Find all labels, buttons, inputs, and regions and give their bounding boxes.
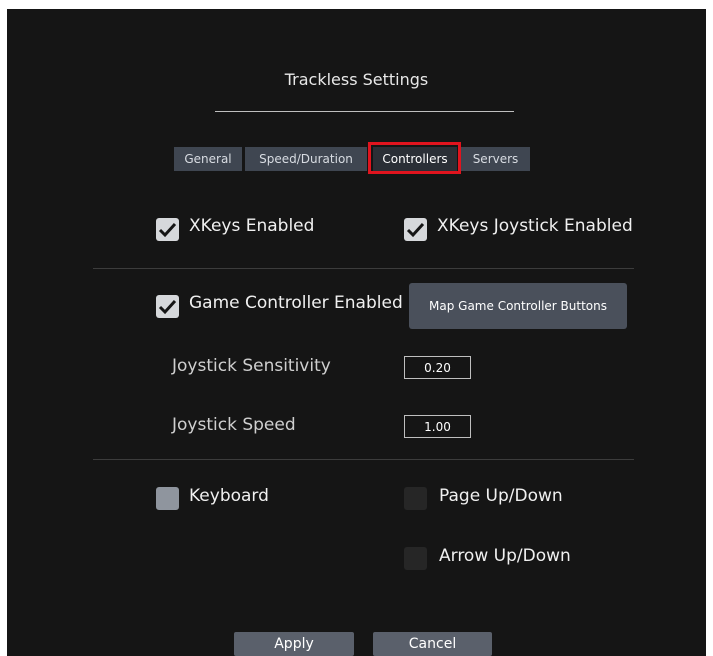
title-divider bbox=[215, 111, 514, 112]
settings-panel bbox=[7, 9, 706, 656]
joystick-speed-label: Joystick Speed bbox=[172, 415, 296, 435]
section-divider bbox=[93, 459, 634, 460]
tab-highlight-box bbox=[368, 142, 461, 174]
joystick-speed-input[interactable]: 1.00 bbox=[404, 415, 471, 438]
keyboard-checkbox[interactable] bbox=[156, 487, 179, 510]
xkeys-joystick-checkbox[interactable] bbox=[404, 218, 427, 241]
keyboard-label: Keyboard bbox=[189, 486, 269, 506]
apply-button[interactable]: Apply bbox=[234, 632, 354, 656]
xkeys-joystick-label: XKeys Joystick Enabled bbox=[437, 216, 633, 236]
checkmark-icon bbox=[158, 299, 177, 315]
xkeys-enabled-label: XKeys Enabled bbox=[189, 216, 315, 236]
joystick-sensitivity-input[interactable]: 0.20 bbox=[404, 356, 471, 379]
game-controller-checkbox[interactable] bbox=[156, 295, 179, 318]
joystick-sensitivity-label: Joystick Sensitivity bbox=[172, 356, 331, 376]
dialog-title: Trackless Settings bbox=[284, 70, 429, 89]
page-up-down-label: Page Up/Down bbox=[439, 486, 563, 506]
tab-servers[interactable]: Servers bbox=[461, 147, 530, 171]
checkmark-icon bbox=[158, 222, 177, 238]
arrow-up-down-checkbox[interactable] bbox=[404, 547, 427, 570]
arrow-up-down-label: Arrow Up/Down bbox=[439, 546, 571, 566]
cancel-button[interactable]: Cancel bbox=[373, 632, 492, 656]
game-controller-label: Game Controller Enabled bbox=[189, 293, 403, 313]
checkmark-icon bbox=[406, 222, 425, 238]
section-divider bbox=[93, 268, 634, 269]
tab-general[interactable]: General bbox=[174, 147, 242, 171]
page-up-down-checkbox[interactable] bbox=[404, 487, 427, 510]
map-controller-buttons-button[interactable]: Map Game Controller Buttons bbox=[409, 283, 627, 329]
xkeys-enabled-checkbox[interactable] bbox=[156, 218, 179, 241]
tab-speed-duration[interactable]: Speed/Duration bbox=[245, 147, 367, 171]
